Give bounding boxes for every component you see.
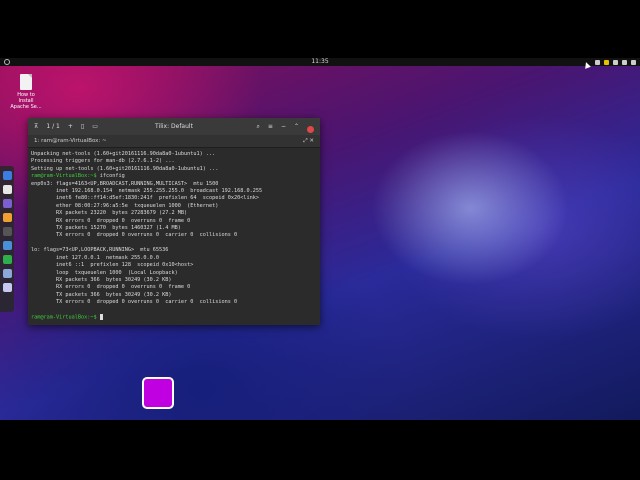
music-icon[interactable]	[2, 213, 12, 222]
document-viewer-icon[interactable]	[2, 241, 12, 250]
terminal-titlebar[interactable]: ⊼ 1 / 1 + ▯ ▭ Tilix: Default ⌕ ≡ − ⌃	[28, 118, 320, 135]
terminal-line: TX errors 0 dropped 0 overruns 0 carrier…	[31, 232, 238, 239]
terminal-line: Setting up net-tools (1.60+git20161116.9…	[31, 165, 219, 172]
power-icon[interactable]	[631, 59, 636, 65]
terminal-line: RX errors 0 dropped 0 overruns 0 frame 0	[31, 284, 191, 291]
files-icon[interactable]	[2, 199, 12, 208]
terminal-line: enp0s3: flags=4163<UP,BROADCAST,RUNNING,…	[31, 180, 219, 187]
close-icon[interactable]	[307, 125, 314, 133]
terminal-window[interactable]: ⊼ 1 / 1 + ▯ ▭ Tilix: Default ⌕ ≡ − ⌃ 1: …	[28, 118, 320, 325]
terminal-line: inet 127.0.0.1 netmask 255.0.0.0	[31, 254, 160, 261]
terminal-line: TX errors 0 dropped 0 overruns 0 carrier…	[31, 299, 238, 306]
split-controls[interactable]: ⤢ ✕	[303, 135, 314, 147]
battery-icon[interactable]	[613, 59, 618, 65]
maximize-icon[interactable]: ⌃	[294, 118, 299, 135]
terminal-tabbar: 1: ram@ram-VirtualBox: ~ ⤢ ✕	[28, 135, 320, 148]
dock	[0, 166, 14, 312]
terminal-prompt-line[interactable]: ram@ram-VirtualBox:~$	[31, 313, 320, 322]
app-launcher-square[interactable]	[142, 377, 174, 409]
shell-prompt: ram@ram-VirtualBox:~$	[31, 314, 100, 321]
spreadsheet-icon[interactable]	[2, 255, 12, 264]
notification-icon[interactable]	[604, 59, 609, 65]
search-icon[interactable]: ⌕	[257, 118, 260, 135]
terminal-line: Unpacking net-tools (1.60+git20161116.90…	[31, 151, 216, 157]
minimize-icon[interactable]: −	[281, 118, 286, 135]
terminal-line: TX packets 15270 bytes 1460327 (1.4 MB)	[31, 225, 181, 232]
system-tray	[595, 58, 636, 66]
soccer-ball-icon[interactable]	[2, 185, 12, 194]
terminal-line: ether 08:00:27:96:a5:5e txqueuelen 1000 …	[31, 202, 219, 209]
terminal-icon[interactable]	[2, 227, 12, 236]
screenshot-icon[interactable]	[2, 283, 12, 292]
terminal-line: RX packets 366 bytes 30249 (30.2 KB)	[31, 276, 172, 283]
letterbox-bottom	[0, 420, 640, 480]
desktop-file-icon[interactable]: How to Install Apache Se...	[10, 74, 42, 110]
terminal-line: loop txqueuelen 1000 (Local Loopback)	[31, 269, 178, 276]
document-icon	[20, 74, 32, 90]
terminal-output[interactable]: Unpacking net-tools (1.60+git20161116.90…	[28, 148, 320, 322]
terminal-tab[interactable]: 1: ram@ram-VirtualBox: ~	[34, 138, 107, 144]
desktop-file-label: How to Install Apache Se...	[10, 92, 42, 110]
network-icon[interactable]	[595, 59, 600, 65]
top-panel: 11:35	[0, 58, 640, 66]
terminal-line: RX packets 23220 bytes 27283679 (27.2 MB…	[31, 210, 188, 217]
terminal-line: inet6 fe80::ff14:d5ef:1830:241f prefixle…	[31, 195, 259, 202]
desktop: 11:35 How to Install Apache Se... ⊼ 1 / …	[0, 58, 640, 420]
terminal-line: TX packets 366 bytes 30249 (30.2 KB)	[31, 291, 172, 298]
terminal-line: Processing triggers for man-db (2.7.6.1-…	[31, 158, 175, 165]
hamburger-menu-icon[interactable]: ≡	[268, 118, 273, 135]
terminal-line: RX errors 0 dropped 0 overruns 0 frame 0	[31, 217, 191, 224]
terminal-line: lo: flags=73<UP,LOOPBACK,RUNNING> mtu 65…	[31, 247, 169, 254]
terminal-line: ram@ram-VirtualBox:~$ ifconfig	[31, 173, 125, 180]
chrome-icon[interactable]	[2, 171, 12, 180]
clock[interactable]: 11:35	[0, 58, 640, 66]
volume-icon[interactable]	[622, 59, 627, 65]
text-cursor	[99, 313, 103, 320]
settings-icon[interactable]	[2, 269, 12, 278]
letterbox-top	[0, 0, 640, 58]
terminal-line: inet6 ::1 prefixlen 128 scopeid 0x10<hos…	[31, 262, 194, 269]
terminal-line: inet 192.168.0.154 netmask 255.255.255.0…	[31, 188, 263, 195]
